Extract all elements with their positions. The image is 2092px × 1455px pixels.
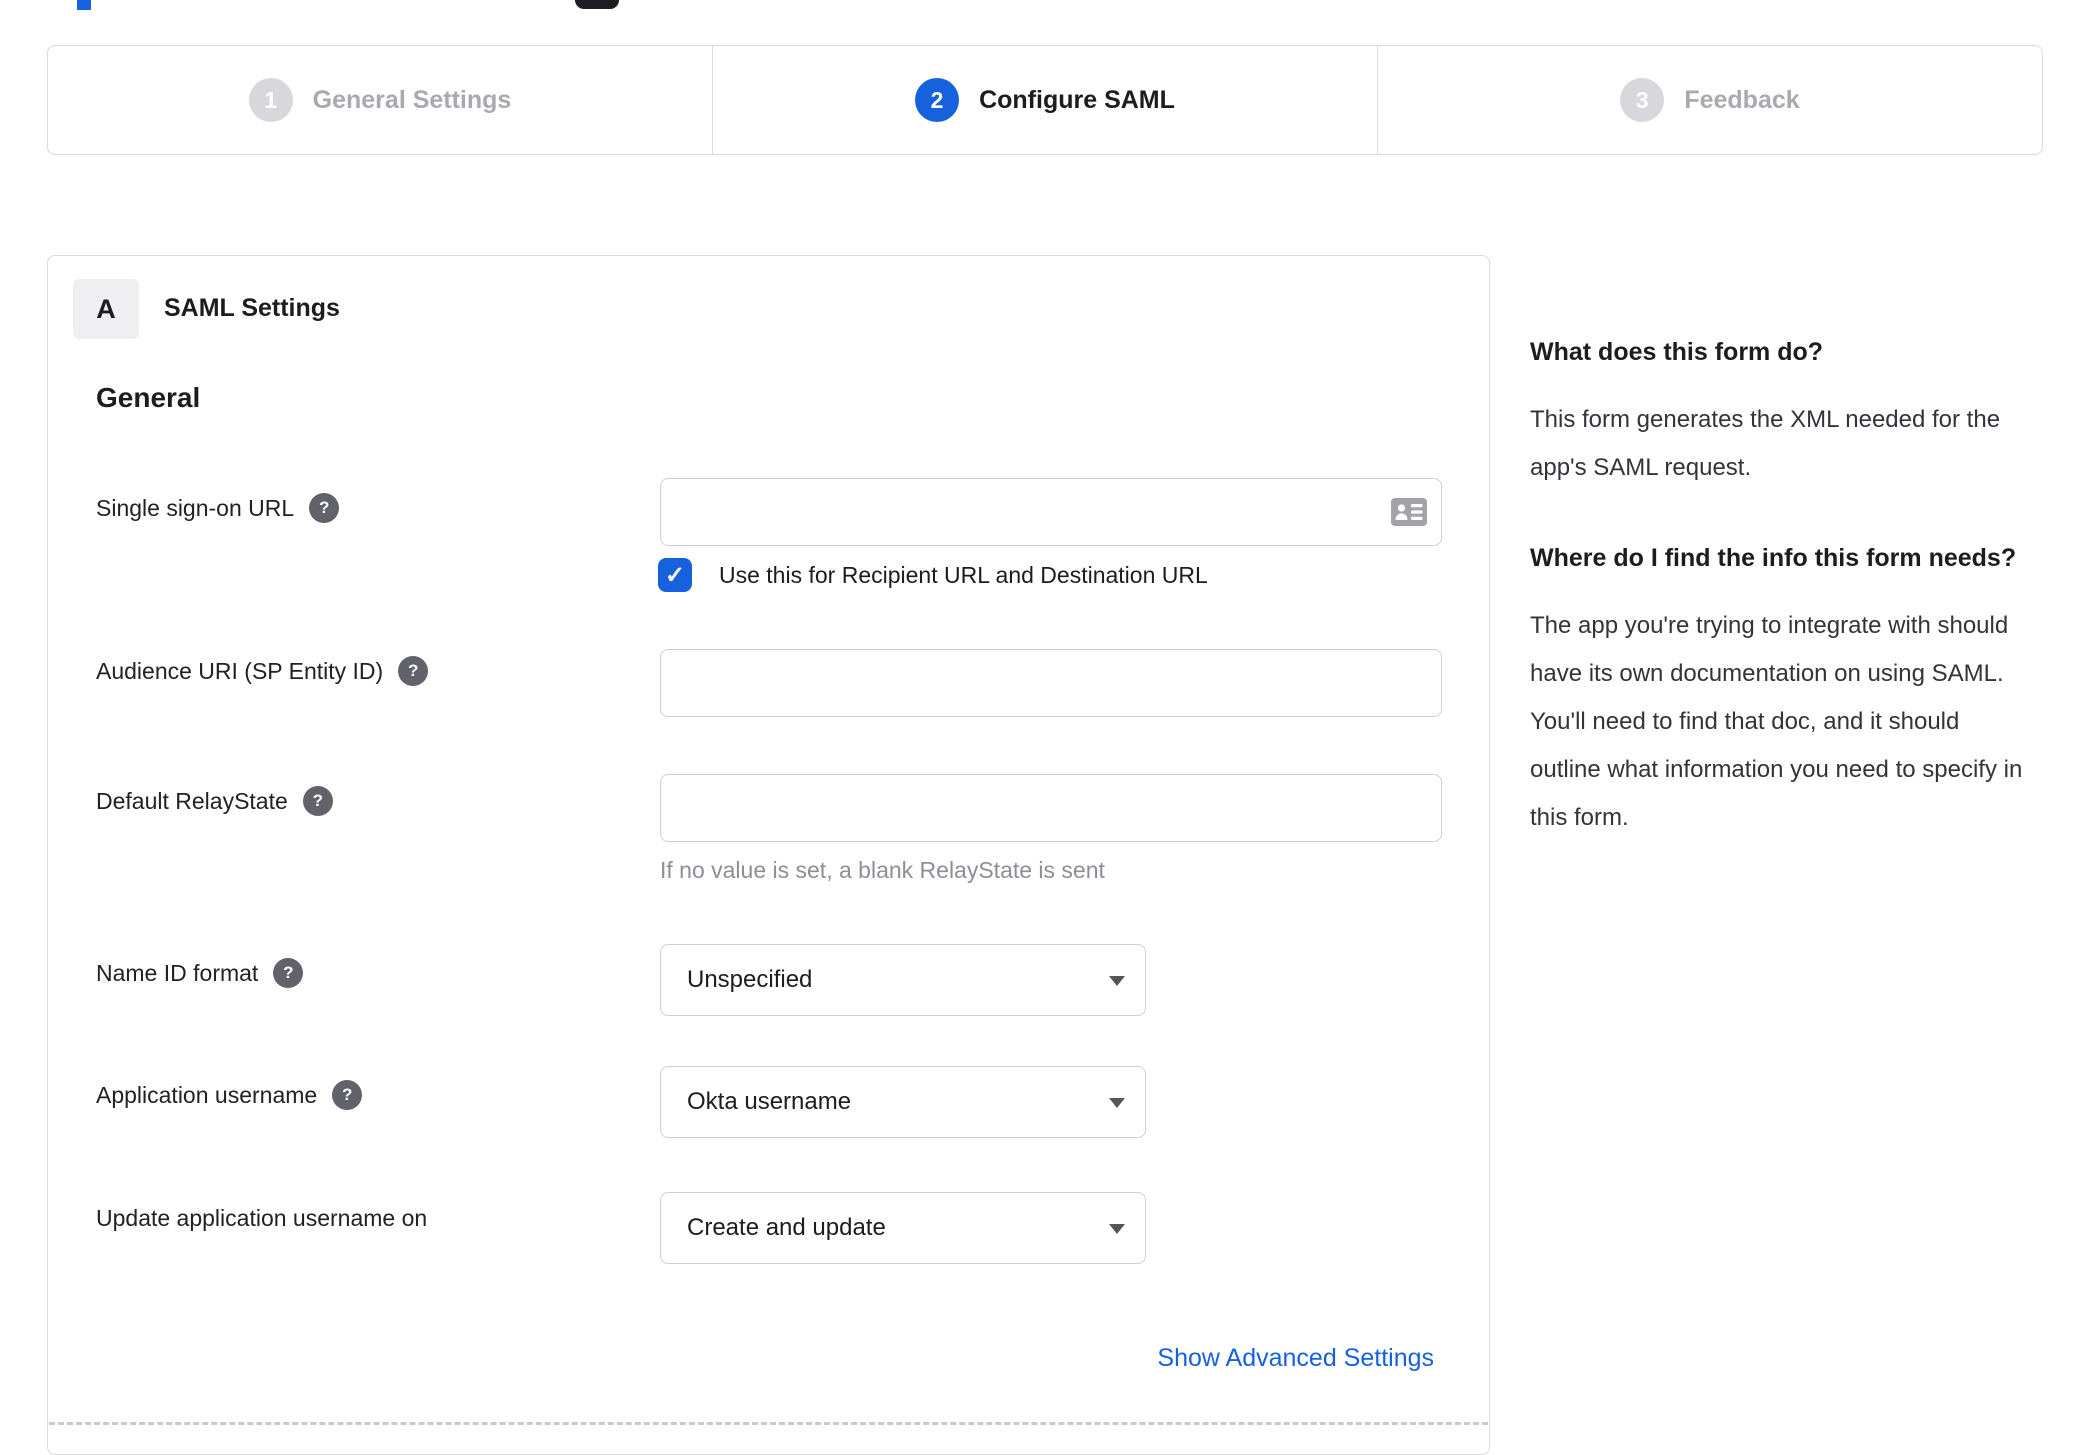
application-username-select[interactable]: Okta username xyxy=(660,1066,1146,1138)
step-2-label: Configure SAML xyxy=(979,85,1175,114)
name-id-format-select[interactable]: Unspecified xyxy=(660,944,1146,1016)
application-username-label: Application username ? xyxy=(96,1080,363,1110)
recipient-url-checkbox[interactable]: ✓ xyxy=(658,558,692,592)
general-group-heading: General xyxy=(96,382,201,413)
sso-url-label: Single sign-on URL ? xyxy=(96,493,340,523)
step-3-label: Feedback xyxy=(1684,85,1800,114)
section-a-badge: A xyxy=(73,279,139,339)
show-advanced-settings-link[interactable]: Show Advanced Settings xyxy=(1157,1344,1434,1373)
section-title: SAML Settings xyxy=(164,294,340,322)
help-sidebar: What does this form do? This form genera… xyxy=(1530,330,2035,886)
step-2-circle: 2 xyxy=(915,78,960,122)
audience-uri-help-icon[interactable]: ? xyxy=(398,656,429,686)
update-app-username-value: Create and update xyxy=(687,1214,886,1241)
check-icon: ✓ xyxy=(664,561,686,589)
default-relaystate-label: Default RelayState ? xyxy=(96,786,333,816)
cutoff-badge-fragment xyxy=(575,0,619,9)
audience-uri-input[interactable] xyxy=(660,649,1442,717)
default-relaystate-input[interactable] xyxy=(660,774,1442,842)
sidebar-q2-body: The app you're trying to integrate with … xyxy=(1530,612,2023,831)
cutoff-logo-fragment xyxy=(77,0,91,10)
sidebar-q1-heading: What does this form do? xyxy=(1530,338,1824,366)
name-id-format-value: Unspecified xyxy=(687,966,813,993)
caret-down-icon xyxy=(1109,976,1125,986)
caret-down-icon xyxy=(1109,1098,1125,1108)
sso-url-input[interactable] xyxy=(660,478,1442,546)
name-id-format-label: Name ID format ? xyxy=(96,958,304,988)
recipient-url-checkbox-row[interactable]: ✓ Use this for Recipient URL and Destina… xyxy=(658,558,1208,592)
application-username-help-icon[interactable]: ? xyxy=(332,1080,363,1110)
caret-down-icon xyxy=(1109,1224,1125,1234)
step-feedback[interactable]: 3 Feedback xyxy=(1377,46,2042,154)
sso-url-input-wrap xyxy=(660,478,1442,546)
recipient-url-checkbox-label: Use this for Recipient URL and Destinati… xyxy=(719,561,1208,588)
audience-uri-label: Audience URI (SP Entity ID) ? xyxy=(96,656,429,686)
update-app-username-select[interactable]: Create and update xyxy=(660,1192,1146,1264)
wizard-stepper: 1 General Settings 2 Configure SAML 3 Fe… xyxy=(47,45,2043,155)
application-username-value: Okta username xyxy=(687,1088,852,1115)
default-relaystate-help-icon[interactable]: ? xyxy=(302,786,333,816)
saml-settings-panel: A SAML Settings General Single sign-on U… xyxy=(47,255,1490,1455)
sso-url-help-icon[interactable]: ? xyxy=(309,493,340,523)
default-relaystate-hint: If no value is set, a blank RelayState i… xyxy=(660,857,1105,883)
name-id-format-help-icon[interactable]: ? xyxy=(273,958,304,988)
step-1-circle: 1 xyxy=(248,78,293,122)
step-3-circle: 3 xyxy=(1620,78,1665,122)
step-1-label: General Settings xyxy=(312,85,512,114)
section-dashed-divider xyxy=(49,1422,1488,1425)
sidebar-q2-heading: Where do I find the info this form needs… xyxy=(1530,544,2017,572)
step-general-settings[interactable]: 1 General Settings xyxy=(48,46,712,154)
step-configure-saml[interactable]: 2 Configure SAML xyxy=(712,46,1377,154)
update-app-username-label: Update application username on xyxy=(96,1205,428,1231)
sidebar-q1-body: This form generates the XML needed for t… xyxy=(1530,406,2001,481)
